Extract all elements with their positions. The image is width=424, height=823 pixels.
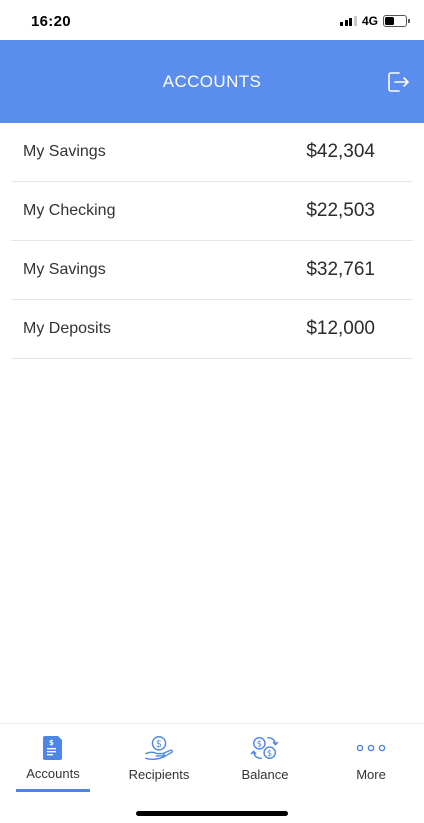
tab-label: Balance	[241, 767, 289, 782]
status-time: 16:20	[31, 13, 71, 30]
svg-text:$: $	[267, 748, 272, 758]
logout-icon	[388, 72, 409, 92]
battery-icon	[383, 15, 410, 27]
tab-more[interactable]: More	[318, 724, 424, 792]
account-row[interactable]: My Savings $42,304	[11, 123, 413, 182]
account-row[interactable]: My Deposits $12,000	[11, 300, 413, 359]
status-indicators: 4G	[340, 14, 410, 28]
account-row[interactable]: My Checking $22,503	[11, 182, 413, 241]
account-name: My Savings	[23, 143, 106, 160]
tab-label: More	[356, 767, 386, 782]
account-amount: $22,503	[306, 200, 375, 221]
tab-accounts[interactable]: $ Accounts	[0, 724, 106, 792]
active-tab-indicator	[16, 789, 90, 792]
network-type: 4G	[361, 14, 378, 28]
app-header: ACCOUNTS	[0, 40, 424, 123]
page-title: ACCOUNTS	[162, 72, 262, 91]
tab-recipients[interactable]: $ Recipients	[106, 724, 212, 792]
account-amount: $32,761	[306, 259, 375, 280]
account-name: My Checking	[23, 202, 116, 219]
account-row[interactable]: My Savings $32,761	[11, 241, 413, 300]
tab-label: Accounts	[26, 766, 80, 781]
exchange-icon: $ $	[250, 734, 280, 762]
account-amount: $42,304	[306, 141, 375, 162]
more-dots-icon	[356, 734, 386, 762]
money-hand-icon: $	[144, 734, 174, 762]
tab-balance[interactable]: $ $ Balance	[212, 724, 318, 792]
logout-button[interactable]	[384, 68, 412, 96]
home-indicator[interactable]	[136, 811, 288, 816]
svg-text:$: $	[156, 739, 162, 750]
document-icon: $	[38, 734, 68, 762]
tab-bar: $ Accounts $ Recipients $ $ Balance More	[0, 723, 424, 792]
account-amount: $12,000	[306, 318, 375, 339]
svg-text:$: $	[257, 739, 262, 749]
status-bar: 16:20 4G	[0, 0, 424, 40]
svg-text:$: $	[49, 739, 54, 747]
battery-level	[385, 17, 394, 25]
tab-label: Recipients	[128, 767, 190, 782]
signal-icon	[340, 16, 357, 26]
account-name: My Deposits	[23, 320, 112, 337]
account-list: My Savings $42,304 My Checking $22,503 M…	[0, 123, 424, 359]
account-name: My Savings	[23, 261, 106, 278]
